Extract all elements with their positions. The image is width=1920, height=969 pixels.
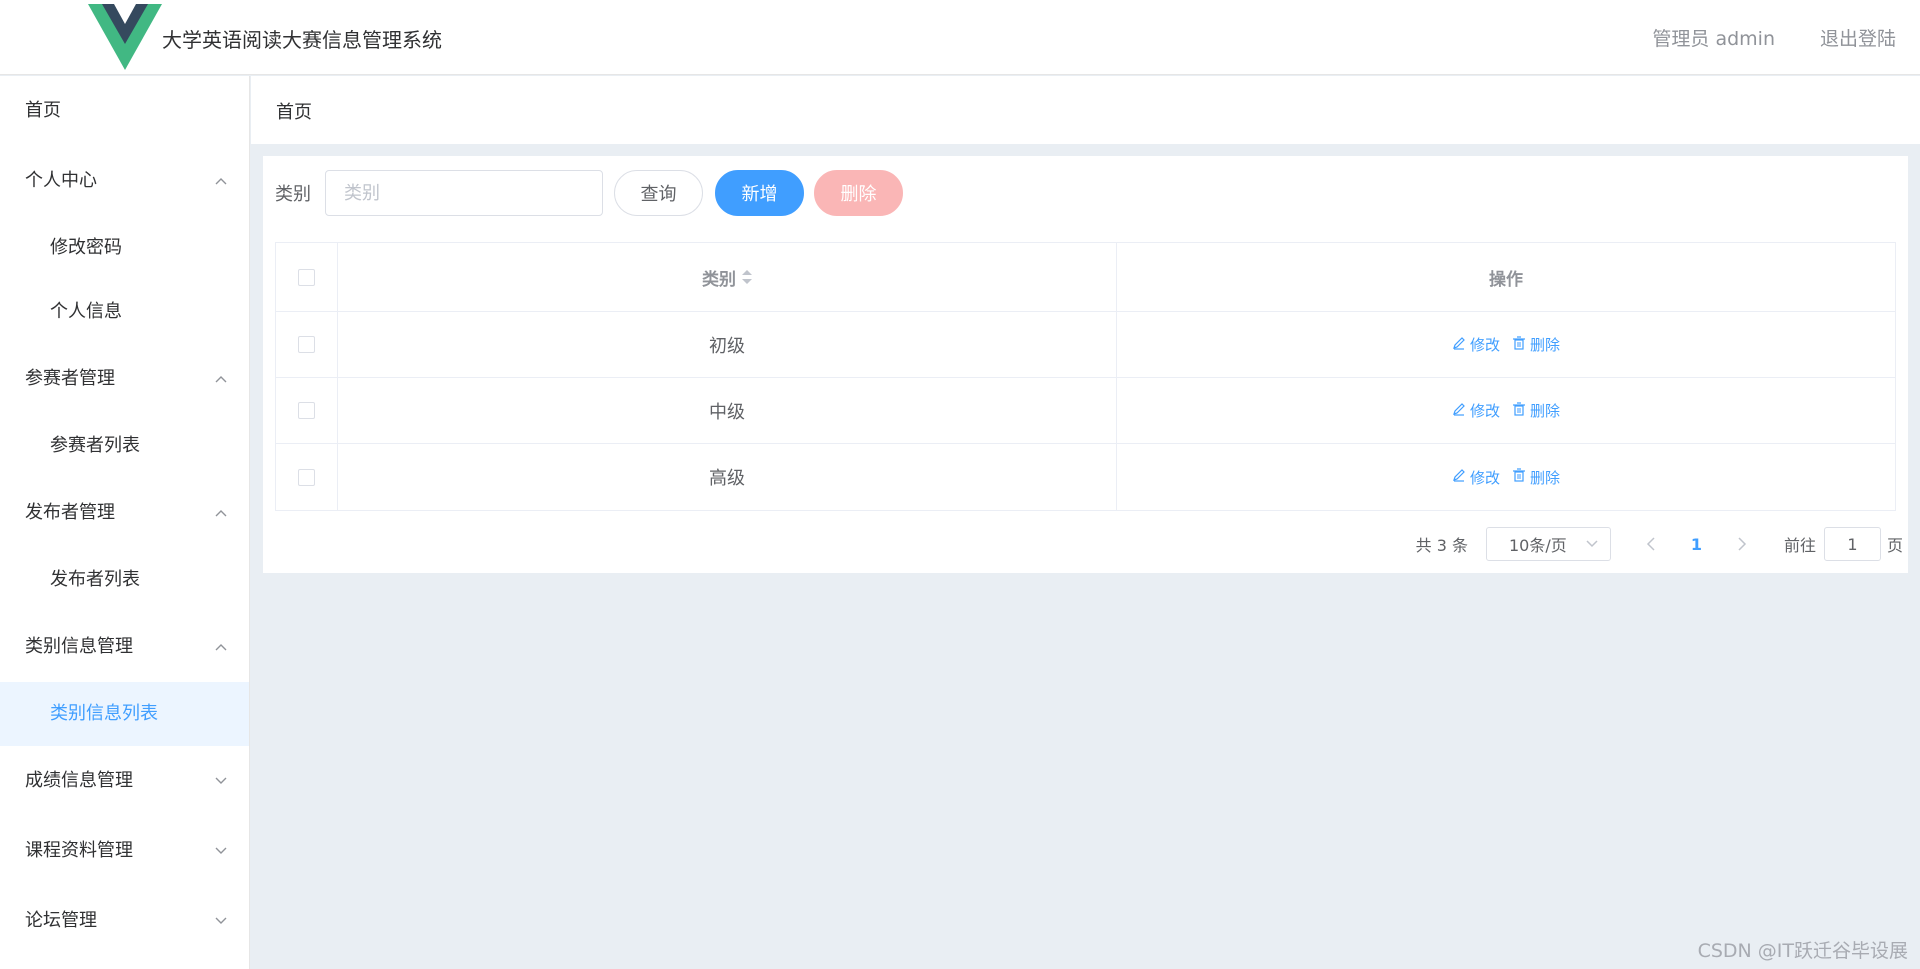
category-search-input[interactable] [325, 170, 603, 216]
edit-icon [1452, 468, 1470, 486]
sidebar-group-10[interactable]: 成绩信息管理 [0, 746, 249, 816]
sidebar-item-label: 参赛者管理 [25, 368, 115, 389]
sidebar-item-0[interactable]: 首页 [0, 76, 249, 146]
sidebar-item-label: 类别信息管理 [25, 636, 133, 657]
query-button[interactable]: 查询 [614, 170, 703, 216]
goto-page-input[interactable] [1823, 527, 1881, 561]
edit-label: 修改 [1469, 468, 1500, 487]
sidebar-item-label: 个人信息 [50, 301, 122, 322]
page-size-select[interactable]: 10条/页 [1485, 527, 1611, 561]
chevron-right-icon [1738, 537, 1747, 551]
chevron-down-icon [215, 886, 227, 956]
column-header-category-label: 类别 [702, 269, 736, 290]
column-header-actions: 操作 [1489, 269, 1523, 290]
edit-icon [1452, 336, 1470, 354]
chevron-down-icon [1586, 540, 1598, 548]
category-cell: 初级 [338, 312, 1117, 377]
sidebar-item-label: 修改密码 [50, 237, 122, 258]
search-label: 类别 [275, 184, 311, 205]
category-table: 类别 操作 初级 修改 删除 中级 修改 删除 高级 修改 删除 [275, 242, 1896, 511]
sidebar-group-1[interactable]: 个人中心 [0, 146, 249, 216]
current-user: 管理员 admin [1652, 28, 1775, 50]
content-card: 类别 查询 新增 删除 类别 操作 初级修改删除中级修改删除高级修改删除 共 3… [263, 156, 1908, 573]
logout-link[interactable]: 退出登陆 [1820, 24, 1896, 51]
pagination: 共 3 条 10条/页 1 前往 页 [1416, 526, 1903, 562]
delete-button[interactable]: 删除 [1512, 467, 1560, 488]
select-all-checkbox[interactable] [298, 268, 315, 286]
edit-button[interactable]: 修改 [1452, 334, 1500, 355]
chevron-left-icon [1646, 537, 1655, 551]
sidebar-item-label: 发布者列表 [50, 569, 140, 590]
prev-page-button[interactable] [1633, 527, 1669, 561]
chevron-up-icon [215, 612, 227, 682]
vue-logo-icon [88, 4, 162, 70]
breadcrumb: 首页 [251, 76, 1920, 144]
edit-icon [1452, 402, 1470, 420]
sidebar-item-label: 首页 [25, 100, 61, 121]
batch-delete-button[interactable]: 删除 [814, 170, 903, 216]
sidebar-group-8[interactable]: 类别信息管理 [0, 612, 249, 682]
sidebar-menu: 首页个人中心修改密码个人信息参赛者管理参赛者列表发布者管理发布者列表类别信息管理… [0, 76, 250, 969]
sidebar-item-label: 课程资料管理 [25, 840, 133, 861]
trash-icon [1512, 335, 1530, 354]
table-header-row: 类别 操作 [276, 243, 1895, 312]
delete-label: 删除 [1530, 402, 1561, 420]
sidebar-item-3[interactable]: 个人信息 [0, 280, 249, 344]
row-checkbox[interactable] [298, 336, 315, 353]
chevron-up-icon [215, 146, 227, 216]
delete-label: 删除 [1530, 468, 1561, 487]
watermark: CSDN @IT跃迁谷毕设展 [1697, 940, 1908, 962]
sidebar-item-5[interactable]: 参赛者列表 [0, 414, 249, 478]
sidebar-group-12[interactable]: 论坛管理 [0, 886, 249, 956]
sidebar-group-11[interactable]: 课程资料管理 [0, 816, 249, 886]
page-number-button[interactable]: 1 [1669, 527, 1724, 561]
sidebar-item-label: 类别信息列表 [50, 703, 158, 724]
goto-label: 前往 [1783, 536, 1816, 555]
breadcrumb-home[interactable]: 首页 [276, 98, 312, 124]
sidebar-item-label: 参赛者列表 [50, 435, 140, 456]
actions-cell: 修改 删除 [1117, 312, 1895, 377]
sidebar-group-4[interactable]: 参赛者管理 [0, 344, 249, 414]
sidebar-item-9[interactable]: 类别信息列表 [0, 682, 249, 746]
chevron-down-icon [215, 746, 227, 816]
page-unit-label: 页 [1886, 536, 1903, 555]
sidebar-item-label: 发布者管理 [25, 502, 115, 523]
trash-icon [1512, 401, 1530, 420]
next-page-button[interactable] [1724, 527, 1760, 561]
table-row: 中级 修改 删除 [276, 378, 1895, 444]
sidebar-item-label: 个人中心 [25, 170, 97, 191]
edit-label: 修改 [1469, 402, 1500, 420]
delete-button[interactable]: 删除 [1512, 400, 1560, 421]
pagination-total: 共 3 条 [1415, 536, 1468, 555]
sidebar-item-label: 论坛管理 [25, 910, 97, 931]
chevron-down-icon [215, 816, 227, 886]
app-title: 大学英语阅读大赛信息管理系统 [162, 28, 442, 52]
sort-icon[interactable] [742, 270, 752, 284]
category-cell: 高级 [338, 444, 1117, 510]
sidebar-group-6[interactable]: 发布者管理 [0, 478, 249, 548]
actions-cell: 修改 删除 [1117, 444, 1895, 510]
row-checkbox[interactable] [298, 402, 315, 419]
chevron-up-icon [215, 344, 227, 414]
page-size-value: 10条/页 [1508, 536, 1567, 555]
top-header: 大学英语阅读大赛信息管理系统 管理员 admin 退出登陆 [0, 0, 1920, 75]
row-checkbox[interactable] [298, 468, 315, 486]
edit-button[interactable]: 修改 [1452, 400, 1500, 421]
trash-icon [1512, 468, 1530, 486]
sidebar-item-label: 成绩信息管理 [25, 770, 133, 791]
actions-cell: 修改 删除 [1117, 378, 1895, 443]
sidebar-item-7[interactable]: 发布者列表 [0, 548, 249, 612]
chevron-up-icon [215, 478, 227, 548]
add-button[interactable]: 新增 [715, 170, 804, 216]
delete-button[interactable]: 删除 [1512, 334, 1560, 355]
column-header-category[interactable]: 类别 [338, 243, 1117, 311]
table-row: 初级 修改 删除 [276, 312, 1895, 378]
edit-button[interactable]: 修改 [1452, 467, 1500, 488]
table-row: 高级 修改 删除 [276, 444, 1895, 510]
delete-label: 删除 [1530, 336, 1561, 354]
edit-label: 修改 [1469, 336, 1500, 354]
sidebar-item-2[interactable]: 修改密码 [0, 216, 249, 280]
category-cell: 中级 [338, 378, 1117, 443]
